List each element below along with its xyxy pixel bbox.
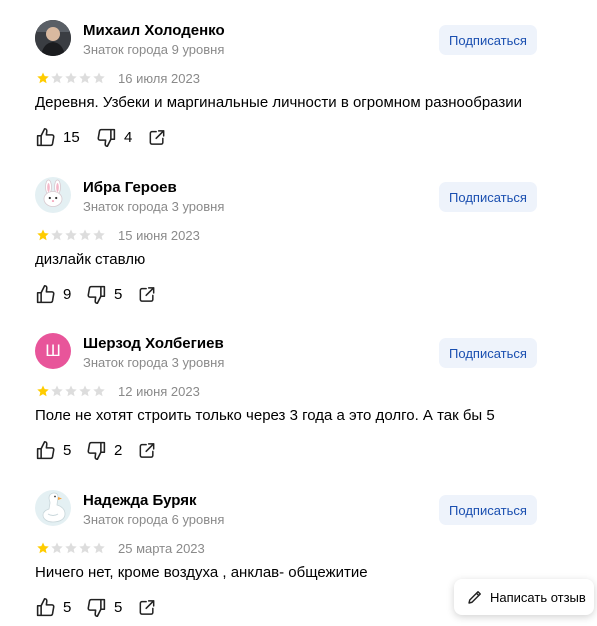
thumbs-up-icon xyxy=(36,440,55,459)
review-card: Ш Шерзод Холбегиев Знаток города 3 уровн… xyxy=(0,313,597,469)
star-rating xyxy=(36,228,106,242)
share-icon xyxy=(149,129,165,145)
dislike-button[interactable]: 5 xyxy=(86,597,137,618)
dislike-button[interactable]: 5 xyxy=(86,284,137,305)
review-actions: 9 5 xyxy=(35,283,157,305)
author-level: Знаток города 3 уровня xyxy=(83,355,225,370)
star-icon xyxy=(37,542,49,554)
star-icon xyxy=(65,385,77,397)
avatar[interactable] xyxy=(35,177,71,213)
star-icon xyxy=(79,542,91,554)
star-icon xyxy=(79,385,91,397)
star-rating xyxy=(36,384,106,398)
like-count: 5 xyxy=(63,598,72,616)
thumbs-up-icon xyxy=(36,127,55,146)
review-actions: 5 5 xyxy=(35,596,157,618)
star-icon xyxy=(65,542,77,554)
review-date: 25 марта 2023 xyxy=(118,541,205,556)
review-date: 12 июня 2023 xyxy=(118,384,200,399)
star-icon xyxy=(65,229,77,241)
thumbs-up-icon xyxy=(36,284,55,303)
thumbs-down-icon xyxy=(87,598,106,617)
dislike-button[interactable]: 4 xyxy=(96,127,147,148)
rabbit-icon xyxy=(43,179,63,207)
author-level: Знаток города 9 уровня xyxy=(83,42,225,57)
review-date: 16 июля 2023 xyxy=(118,71,200,86)
share-button[interactable] xyxy=(137,440,157,461)
author-level: Знаток города 6 уровня xyxy=(83,512,225,527)
review-text: Деревня. Узбеки и маргинальные личности … xyxy=(35,94,522,111)
dislike-count: 5 xyxy=(114,285,123,303)
like-button[interactable]: 5 xyxy=(35,597,86,618)
share-button[interactable] xyxy=(147,127,167,148)
like-count: 9 xyxy=(63,285,72,303)
pencil-icon xyxy=(468,591,481,604)
star-icon xyxy=(93,229,105,241)
star-icon xyxy=(51,229,63,241)
star-icon xyxy=(51,385,63,397)
subscribe-button[interactable]: Подписаться xyxy=(439,338,537,368)
star-icon xyxy=(37,229,49,241)
like-button[interactable]: 5 xyxy=(35,440,86,461)
review-actions: 5 2 xyxy=(35,439,157,461)
author-name[interactable]: Шерзод Холбегиев xyxy=(83,335,224,352)
write-review-label: Написать отзыв xyxy=(490,589,586,605)
review-card: Ибра Героев Знаток города 3 уровня Подпи… xyxy=(0,157,597,313)
star-icon xyxy=(51,542,63,554)
review-text: Поле не хотят строить только через 3 год… xyxy=(35,407,495,424)
subscribe-button[interactable]: Подписаться xyxy=(439,495,537,525)
write-review-button[interactable]: Написать отзыв xyxy=(454,579,594,615)
review-actions: 15 4 xyxy=(35,126,167,148)
subscribe-button[interactable]: Подписаться xyxy=(439,182,537,212)
like-button[interactable]: 15 xyxy=(35,127,96,148)
star-icon xyxy=(93,385,105,397)
thumbs-down-icon xyxy=(97,128,116,147)
review-card: Михаил Холоденко Знаток города 9 уровня … xyxy=(0,0,597,156)
star-icon xyxy=(93,72,105,84)
share-button[interactable] xyxy=(137,284,157,305)
user-photo-icon xyxy=(35,20,71,56)
dislike-count: 2 xyxy=(114,441,123,459)
review-text: дизлайк ставлю xyxy=(35,251,146,268)
dislike-count: 4 xyxy=(124,128,133,146)
thumbs-up-icon xyxy=(36,597,55,616)
subscribe-button[interactable]: Подписаться xyxy=(439,25,537,55)
review-date: 15 июня 2023 xyxy=(118,228,200,243)
avatar[interactable] xyxy=(35,490,71,526)
thumbs-down-icon xyxy=(87,441,106,460)
dislike-button[interactable]: 2 xyxy=(86,440,137,461)
star-rating xyxy=(36,541,106,555)
goose-icon xyxy=(42,492,66,523)
avatar[interactable]: Ш xyxy=(35,333,71,369)
star-icon xyxy=(65,72,77,84)
share-icon xyxy=(139,599,155,615)
author-level: Знаток города 3 уровня xyxy=(83,199,225,214)
star-icon xyxy=(79,229,91,241)
avatar[interactable] xyxy=(35,20,71,56)
like-button[interactable]: 9 xyxy=(35,284,86,305)
star-icon xyxy=(79,72,91,84)
review-text: Ничего нет, кроме воздуха , анклав- обще… xyxy=(35,564,368,581)
share-button[interactable] xyxy=(137,597,157,618)
author-name[interactable]: Надежда Буряк xyxy=(83,492,196,509)
author-name[interactable]: Михаил Холоденко xyxy=(83,22,225,39)
thumbs-down-icon xyxy=(87,285,106,304)
like-count: 5 xyxy=(63,441,72,459)
star-icon xyxy=(37,385,49,397)
star-icon xyxy=(51,72,63,84)
like-count: 15 xyxy=(63,128,80,146)
dislike-count: 5 xyxy=(114,598,123,616)
share-icon xyxy=(139,286,155,302)
star-icon xyxy=(93,542,105,554)
share-icon xyxy=(139,442,155,458)
star-rating xyxy=(36,71,106,85)
author-name[interactable]: Ибра Героев xyxy=(83,179,177,196)
star-icon xyxy=(37,72,49,84)
